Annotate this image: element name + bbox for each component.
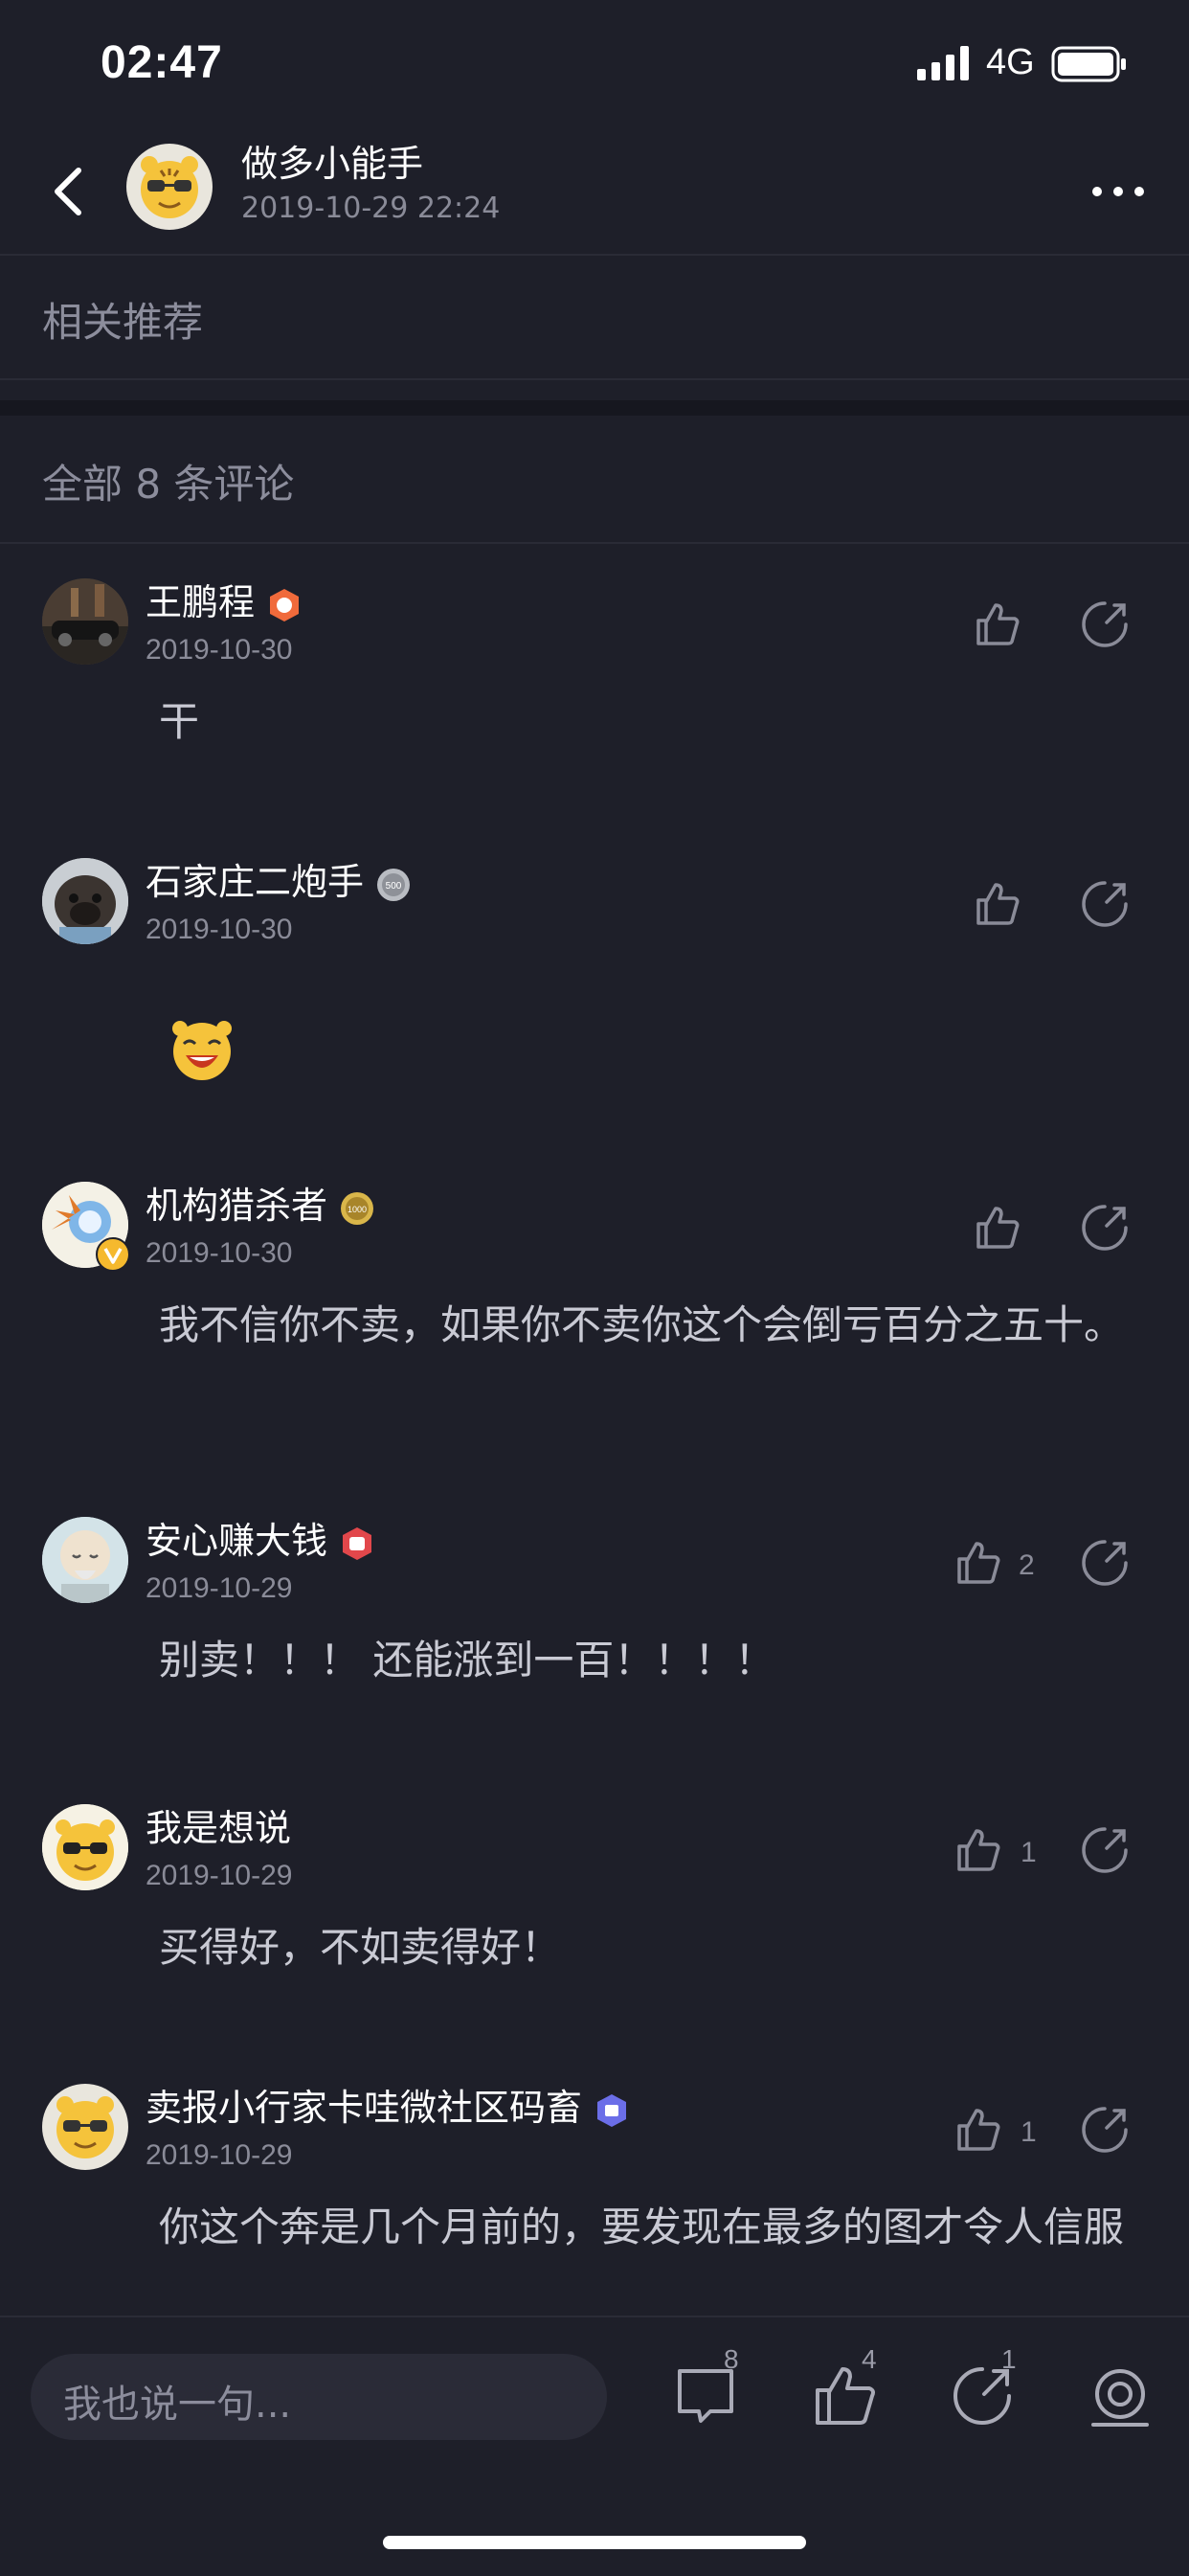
signal-icon [917, 46, 969, 80]
svg-text:500: 500 [386, 881, 402, 892]
commenter-name[interactable]: 石家庄二炮手 [146, 861, 364, 903]
commenter-avatar[interactable] [42, 1804, 128, 1890]
share-count: 1 [1001, 2344, 1017, 2374]
commenter-avatar[interactable] [42, 1182, 130, 1272]
author-avatar[interactable] [126, 144, 213, 230]
commenter-name[interactable]: 卖报小行家卡哇微社区码畜 [146, 2087, 582, 2129]
like-count: 1 [1021, 2116, 1037, 2148]
thumbs-up-icon [957, 1542, 1000, 1584]
like-count: 2 [1019, 1549, 1035, 1581]
car-photo-avatar-icon [42, 578, 128, 665]
post-header: 做多小能手 2019-10-29 22:24 [0, 124, 1189, 256]
like-button[interactable] [973, 1203, 1022, 1256]
comments-header: 全部 8 条评论 [0, 416, 1189, 544]
tiger-sunglasses-avatar-icon [42, 1804, 128, 1890]
comment-text: 我不信你不卖，如果你不卖你这个会倒亏百分之五十。 [159, 1301, 1125, 1348]
commenter-avatar[interactable] [42, 2084, 128, 2170]
more-options-icon[interactable] [1089, 182, 1147, 201]
comment-count: 8 [724, 2344, 739, 2374]
comment-date: 2019-10-29 [146, 1860, 293, 1891]
share-icon[interactable] [1080, 879, 1130, 929]
tiger-avatar-icon [56, 2096, 114, 2158]
commenter-name[interactable]: 机构猎杀者 [146, 1185, 327, 1227]
svg-text:1000: 1000 [348, 1205, 367, 1214]
related-recommend-section: 相关推荐 [0, 256, 1189, 380]
comment-input-placeholder: 我也说一句... [63, 2383, 292, 2427]
post-datetime: 2019-10-29 22:24 [241, 192, 501, 225]
verified-v-icon [96, 1237, 130, 1272]
comment-date: 2019-10-30 [146, 634, 293, 666]
gold-1000-badge-icon: 1000 [341, 1191, 374, 1225]
comment-date: 2019-10-30 [146, 1237, 293, 1269]
thumbs-up-icon [976, 883, 1020, 925]
comment-date: 2019-10-29 [146, 2139, 293, 2171]
commenter-avatar[interactable] [42, 1517, 128, 1603]
commenter-name[interactable]: 王鹏程 [146, 581, 255, 623]
share-icon[interactable] [1080, 1203, 1130, 1253]
commenter-name[interactable]: 我是想说 [146, 1807, 291, 1849]
share-icon[interactable] [1080, 599, 1130, 649]
like-button[interactable] [953, 1825, 1003, 1879]
comments-count-title: 全部 8 条评论 [42, 461, 295, 508]
comment-text: 别卖！！！ 还能涨到一百！！！！ [159, 1637, 775, 1683]
comment-text: 干 [159, 698, 200, 745]
battery-icon [1051, 46, 1126, 82]
like-count: 4 [862, 2344, 877, 2374]
thumbs-up-icon [976, 1207, 1020, 1249]
status-bar: 02:47 4G [0, 0, 1189, 124]
network-label: 4G [986, 42, 1035, 82]
laughing-tiger-sticker-icon [172, 1021, 232, 1080]
like-button[interactable] [973, 879, 1022, 933]
back-arrow-icon[interactable] [50, 163, 88, 220]
orange-level-badge-icon [270, 588, 300, 621]
buddha-avatar-icon [42, 1517, 128, 1603]
author-name[interactable]: 做多小能手 [241, 134, 423, 187]
comment-input[interactable]: 我也说一句... [31, 2354, 607, 2440]
like-button[interactable] [973, 599, 1022, 653]
thumbs-up-icon [957, 1829, 1000, 1871]
like-count: 1 [1021, 1837, 1037, 1868]
home-indicator[interactable] [383, 2536, 806, 2549]
related-recommend-title: 相关推荐 [42, 299, 204, 346]
like-button[interactable] [953, 2105, 1003, 2158]
camera-icon[interactable] [1086, 2361, 1155, 2430]
comment-date: 2019-10-30 [146, 914, 293, 945]
share-icon[interactable] [1080, 2105, 1130, 2155]
purple-level-badge-icon [597, 2093, 627, 2127]
share-icon[interactable] [1080, 1538, 1130, 1588]
tiger-avatar-icon [141, 156, 198, 218]
status-time: 02:47 [101, 37, 223, 88]
section-divider [0, 400, 1189, 416]
commenter-name[interactable]: 安心赚大钱 [146, 1520, 327, 1562]
thumbs-up-icon [957, 2109, 1000, 2151]
like-button[interactable] [953, 1538, 1003, 1592]
pug-dog-avatar-icon [42, 858, 128, 944]
commenter-avatar[interactable] [42, 858, 128, 944]
commenter-avatar[interactable] [42, 578, 128, 665]
red-level-badge-icon [343, 1526, 372, 1560]
share-icon[interactable] [1080, 1825, 1130, 1875]
comment-text: 买得好，不如卖得好！ [159, 1924, 562, 1971]
comment-text: 你这个奔是几个月前的，要发现在最多的图才令人信服 [159, 2203, 1125, 2250]
comment-date: 2019-10-29 [146, 1572, 293, 1604]
silver-500-badge-icon: 500 [377, 868, 411, 901]
thumbs-up-icon [976, 603, 1020, 645]
